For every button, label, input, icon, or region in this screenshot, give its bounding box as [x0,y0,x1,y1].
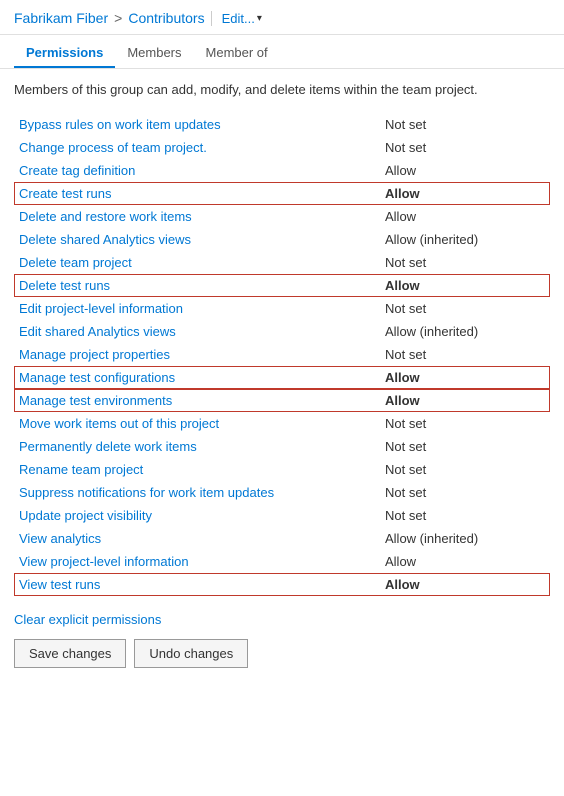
tab-bar: Permissions Members Member of [0,37,564,69]
table-row: Manage project propertiesNot set [14,343,550,366]
permission-name[interactable]: Manage test configurations [19,370,385,385]
table-row: Rename team projectNot set [14,458,550,481]
permission-value: Not set [385,462,545,477]
clear-permissions-link[interactable]: Clear explicit permissions [14,612,550,627]
table-row: View analyticsAllow (inherited) [14,527,550,550]
permission-name[interactable]: Create test runs [19,186,385,201]
table-row: Edit shared Analytics viewsAllow (inheri… [14,320,550,343]
permission-value: Allow [385,186,545,201]
chevron-down-icon: ▾ [257,13,262,24]
permission-value: Allow [385,554,545,569]
permission-name[interactable]: Change process of team project. [19,140,385,155]
table-row: Suppress notifications for work item upd… [14,481,550,504]
permission-value: Not set [385,301,545,316]
permission-value: Not set [385,117,545,132]
breadcrumb-project[interactable]: Fabrikam Fiber [14,10,108,26]
action-buttons: Save changes Undo changes [14,639,550,668]
permission-value: Allow [385,370,545,385]
permission-name[interactable]: View project-level information [19,554,385,569]
table-row: Bypass rules on work item updatesNot set [14,113,550,136]
table-row: Manage test configurationsAllow [14,366,550,389]
table-row: Permanently delete work itemsNot set [14,435,550,458]
permission-name[interactable]: Edit project-level information [19,301,385,316]
permission-value: Allow (inherited) [385,232,545,247]
table-row: Create tag definitionAllow [14,159,550,182]
permission-value: Allow [385,209,545,224]
permission-name[interactable]: Edit shared Analytics views [19,324,385,339]
edit-label: Edit... [222,11,255,26]
permission-name[interactable]: View analytics [19,531,385,546]
permission-name[interactable]: Suppress notifications for work item upd… [19,485,385,500]
header: Fabrikam Fiber > Contributors Edit... ▾ [0,0,564,35]
permission-name[interactable]: Manage project properties [19,347,385,362]
permission-value: Allow [385,278,545,293]
permission-value: Not set [385,485,545,500]
permission-name[interactable]: Rename team project [19,462,385,477]
permission-value: Not set [385,439,545,454]
tab-permissions[interactable]: Permissions [14,37,115,68]
permission-name[interactable]: Delete shared Analytics views [19,232,385,247]
permission-value: Allow (inherited) [385,324,545,339]
permission-name[interactable]: Manage test environments [19,393,385,408]
table-row: Delete test runsAllow [14,274,550,297]
permission-value: Allow [385,577,545,592]
permission-name[interactable]: Delete team project [19,255,385,270]
permission-name[interactable]: Update project visibility [19,508,385,523]
permission-name[interactable]: Delete and restore work items [19,209,385,224]
permission-name[interactable]: View test runs [19,577,385,592]
permission-name[interactable]: Move work items out of this project [19,416,385,431]
permission-name[interactable]: Delete test runs [19,278,385,293]
undo-button[interactable]: Undo changes [134,639,248,668]
table-row: Delete and restore work itemsAllow [14,205,550,228]
save-button[interactable]: Save changes [14,639,126,668]
breadcrumb-group[interactable]: Contributors [128,10,204,26]
permission-value: Not set [385,347,545,362]
permission-value: Not set [385,255,545,270]
permission-value: Allow [385,393,545,408]
table-row: Change process of team project.Not set [14,136,550,159]
edit-dropdown[interactable]: Edit... ▾ [211,11,262,26]
main-content: Members of this group can add, modify, a… [0,69,564,680]
permission-name[interactable]: Permanently delete work items [19,439,385,454]
tab-member-of[interactable]: Member of [194,37,280,68]
permission-value: Not set [385,416,545,431]
table-row: Delete team projectNot set [14,251,550,274]
table-row: Delete shared Analytics viewsAllow (inhe… [14,228,550,251]
table-row: Update project visibilityNot set [14,504,550,527]
permission-value: Not set [385,140,545,155]
table-row: Create test runsAllow [14,182,550,205]
breadcrumb-separator: > [114,10,122,26]
table-row: View test runsAllow [14,573,550,596]
tab-members[interactable]: Members [115,37,193,68]
permission-value: Allow [385,163,545,178]
table-row: Manage test environmentsAllow [14,389,550,412]
group-description: Members of this group can add, modify, a… [14,81,550,99]
permission-value: Allow (inherited) [385,531,545,546]
table-row: Move work items out of this projectNot s… [14,412,550,435]
permission-name[interactable]: Create tag definition [19,163,385,178]
permission-value: Not set [385,508,545,523]
permissions-table: Bypass rules on work item updatesNot set… [14,113,550,596]
table-row: View project-level informationAllow [14,550,550,573]
permission-name[interactable]: Bypass rules on work item updates [19,117,385,132]
table-row: Edit project-level informationNot set [14,297,550,320]
